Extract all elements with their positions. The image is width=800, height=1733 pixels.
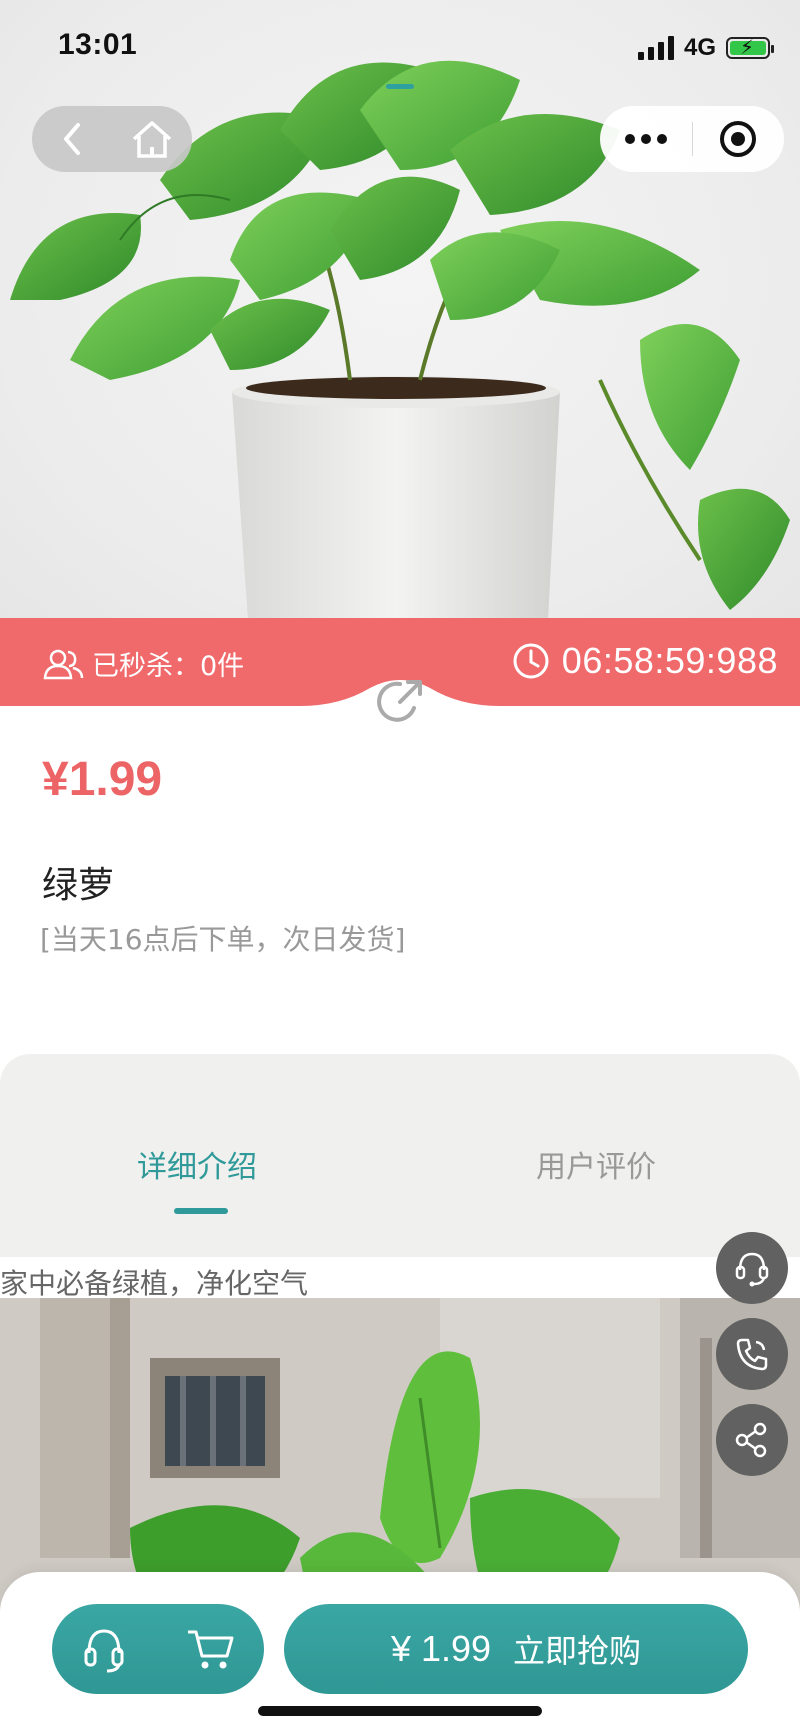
headset-icon[interactable] — [81, 1625, 127, 1673]
battery-icon: ⚡ — [726, 36, 774, 59]
phone-button[interactable] — [716, 1318, 788, 1390]
phone-icon — [736, 1338, 768, 1371]
customer-service-icon — [735, 1252, 769, 1287]
nav-capsule-left — [32, 106, 192, 172]
home-indicator — [258, 1706, 542, 1716]
buy-now-button[interactable]: ¥ 1.99 立即抢购 — [284, 1604, 748, 1694]
users-icon — [43, 649, 84, 679]
share-button[interactable] — [716, 1404, 788, 1476]
clock-icon — [513, 643, 549, 679]
shipping-note: [当天16点后下单，次日发货] — [40, 923, 406, 956]
detail-description: 家中必备绿植，净化空气 — [0, 1267, 309, 1300]
home-button[interactable] — [112, 106, 192, 172]
nav-capsule-right — [600, 106, 784, 172]
buy-label: 立即抢购 — [513, 1632, 642, 1670]
buy-price: ¥ 1.99 — [390, 1628, 492, 1669]
status-indicators: 4G ⚡ — [637, 32, 774, 64]
customer-service-button[interactable] — [716, 1232, 788, 1304]
close-miniprogram-button[interactable] — [693, 106, 785, 172]
back-button[interactable] — [32, 106, 112, 172]
status-time: 13:01 — [58, 28, 138, 61]
countdown: 06:58:59:988 — [512, 640, 778, 682]
sold-count: 已秒杀：0件 — [42, 644, 244, 683]
product-hero-image[interactable] — [0, 0, 800, 620]
signal-icon — [637, 36, 674, 60]
share-icon — [735, 1422, 767, 1458]
cart-icon[interactable] — [185, 1626, 235, 1672]
chevron-left-icon — [64, 123, 80, 155]
carousel-indicator — [386, 84, 414, 89]
tab-bar — [0, 1054, 800, 1257]
tab-reviews[interactable]: 用户评价 — [536, 1142, 656, 1186]
sold-count-label: 已秒杀：0件 — [92, 651, 245, 682]
target-icon — [720, 121, 757, 157]
tab-detail[interactable]: 详细介绍 — [137, 1142, 257, 1186]
network-type: 4G — [683, 34, 716, 61]
more-button[interactable] — [600, 106, 692, 172]
share-link-icon[interactable] — [372, 674, 428, 730]
service-cart-pill — [52, 1604, 264, 1694]
product-price: ¥1.99 — [42, 753, 163, 806]
countdown-value: 06:58:59:988 — [561, 640, 778, 681]
product-name: 绿萝 — [42, 865, 115, 906]
home-icon — [132, 121, 172, 158]
more-dots-icon — [624, 134, 667, 144]
active-tab-indicator — [174, 1208, 228, 1214]
